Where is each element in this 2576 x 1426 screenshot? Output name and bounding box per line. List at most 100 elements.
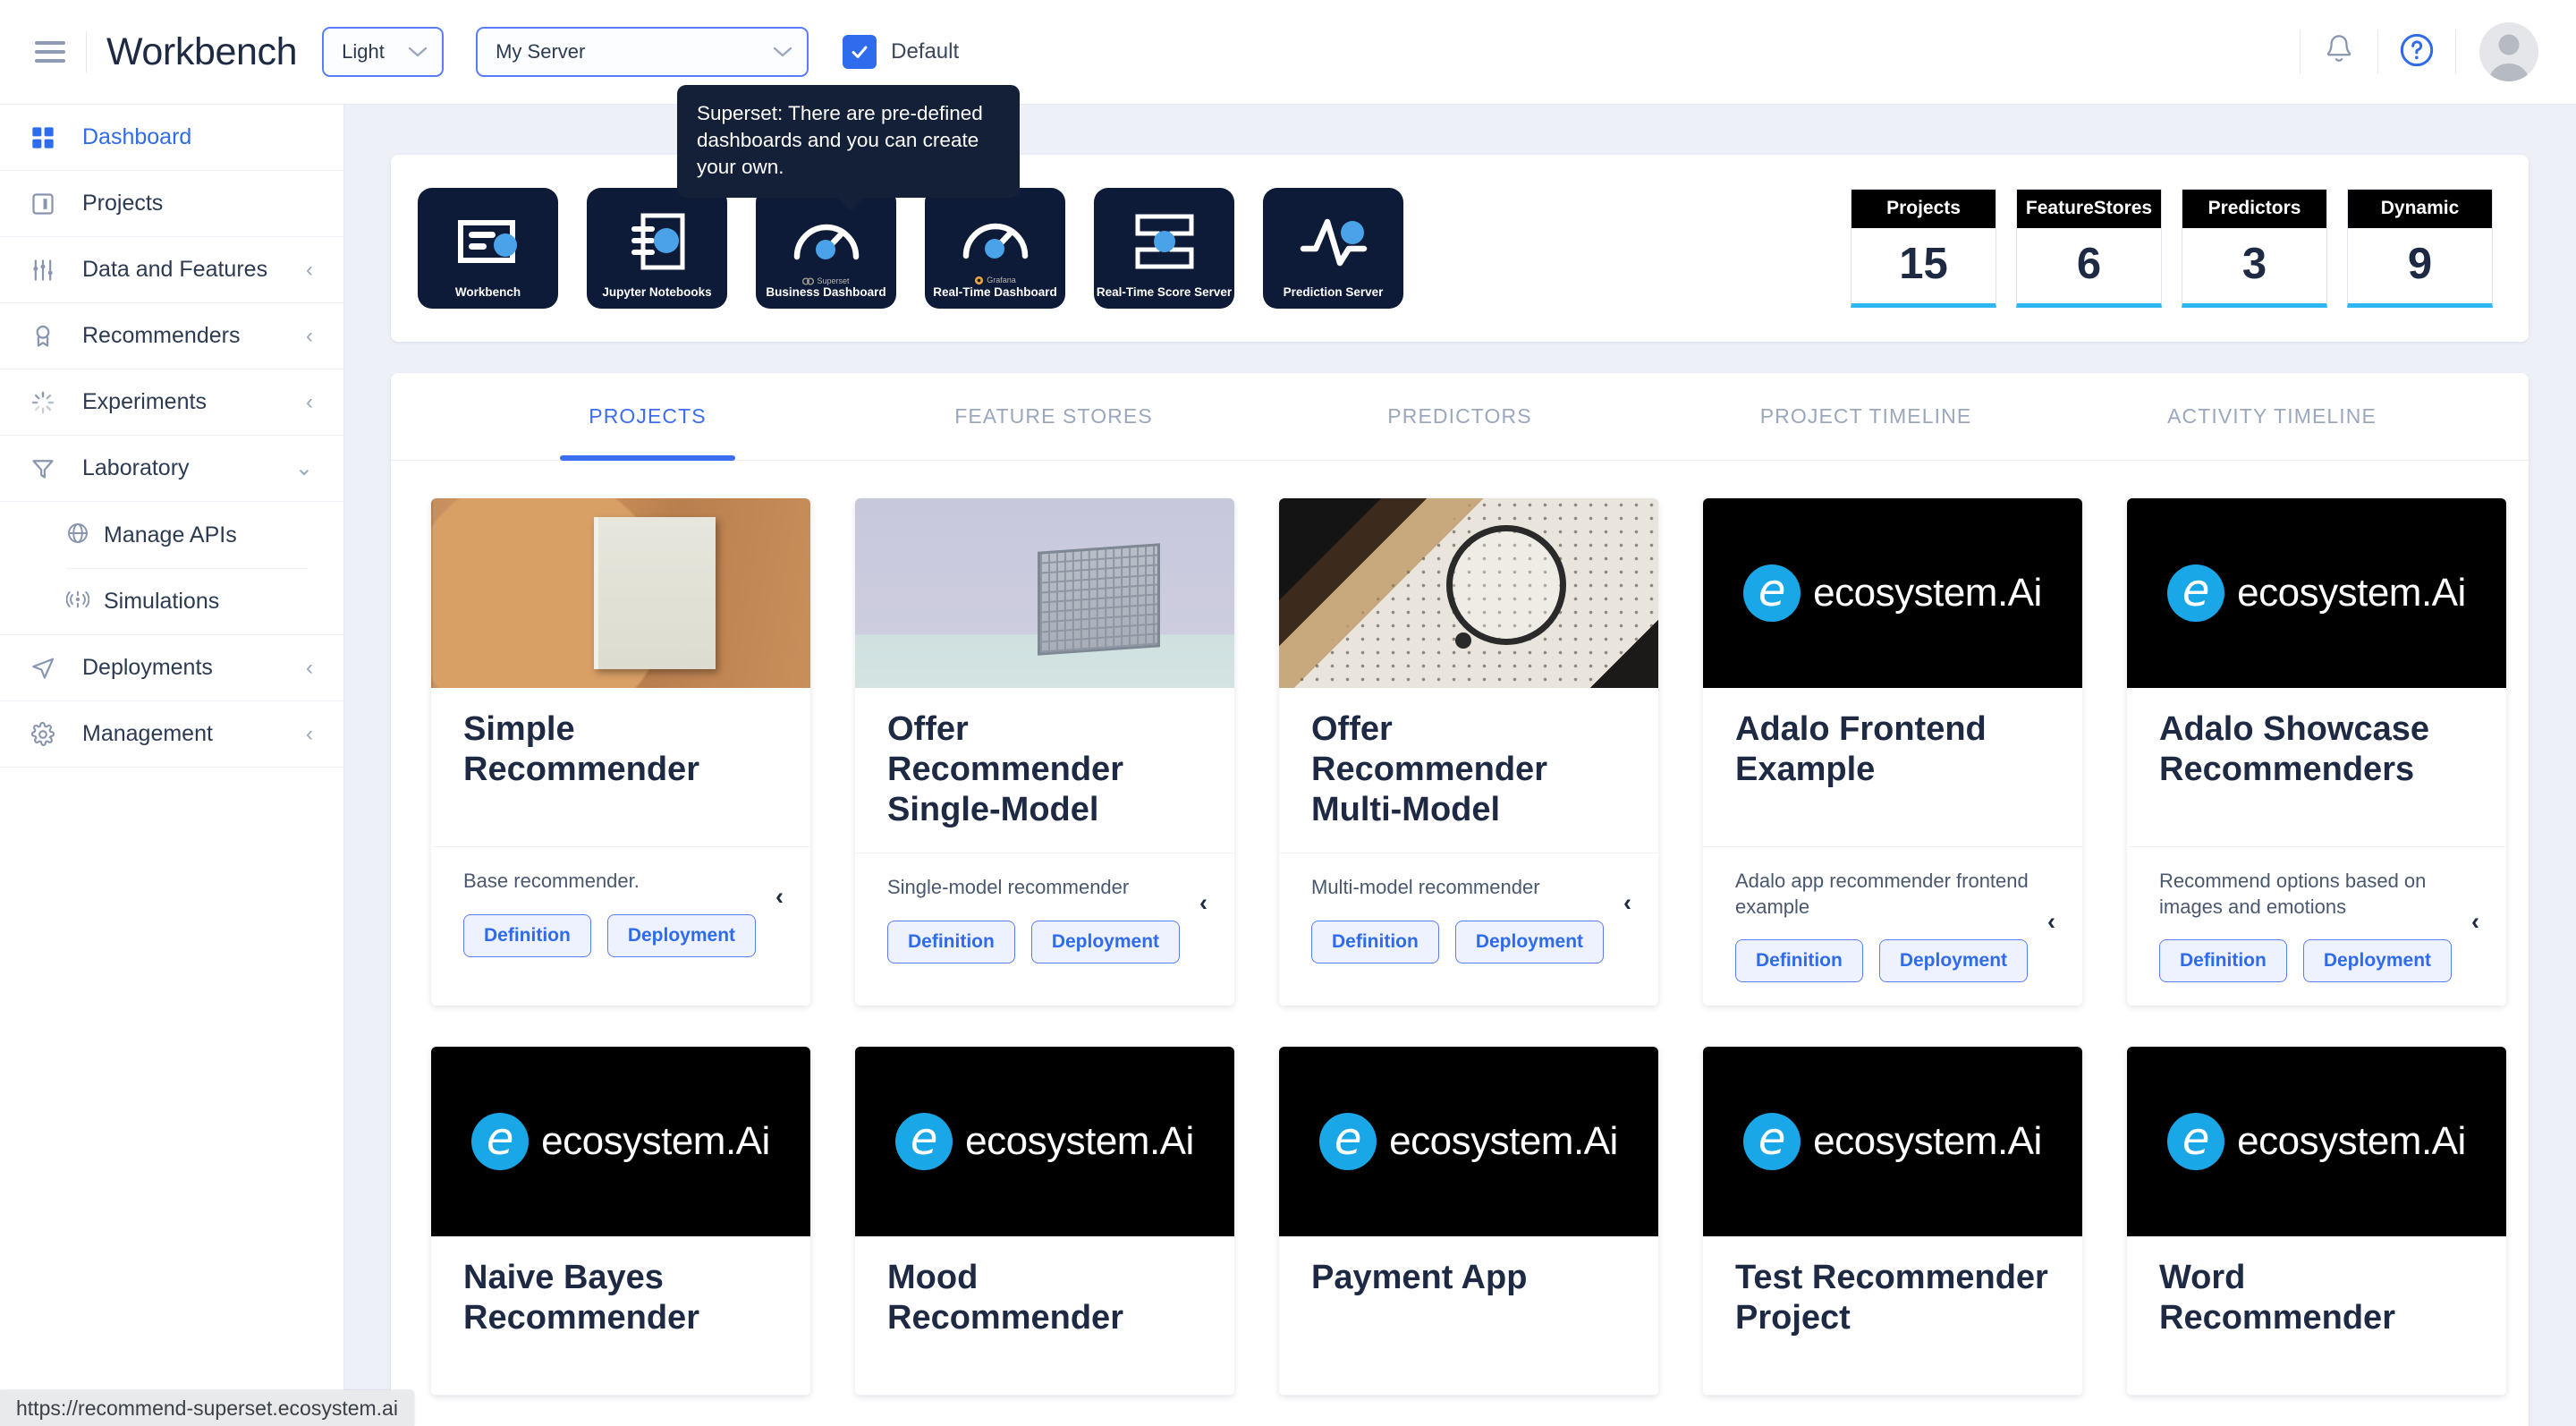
menu-toggle-icon[interactable]: [25, 27, 75, 77]
pulse-icon: [1270, 197, 1396, 286]
sidebar-item-laboratory[interactable]: Laboratory ⌄: [0, 436, 343, 502]
project-actions: Definition Deployment: [1311, 921, 1626, 964]
check-icon: [852, 46, 868, 58]
project-card[interactable]: Simple Recommender Base recommender. ‹ D…: [431, 498, 810, 1006]
sidebar-item-simulations[interactable]: Simulations: [0, 569, 343, 635]
sidebar-item-experiments[interactable]: Experiments ‹: [0, 369, 343, 436]
definition-button[interactable]: Definition: [2159, 939, 2287, 983]
sidebar-item-dashboard[interactable]: Dashboard: [0, 105, 343, 171]
project-card[interactable]: e ecosystem.Ai Word Recommender: [2127, 1047, 2506, 1396]
project-actions: Definition Deployment: [887, 921, 1202, 964]
sidebar-item-deployments[interactable]: Deployments ‹: [0, 635, 343, 701]
sidebar-item-recommenders[interactable]: Recommenders ‹: [0, 303, 343, 369]
project-card[interactable]: Offer Recommender Multi-Model Multi-mode…: [1279, 498, 1658, 1006]
sidebar-item-label: Recommenders: [82, 323, 241, 348]
ecosystem-ai-logo: e ecosystem.Ai: [1703, 1047, 2082, 1237]
project-expand-chevron[interactable]: ‹: [1623, 891, 1631, 915]
sidebar-item-data-and-features[interactable]: Data and Features ‹: [0, 237, 343, 303]
default-checkbox[interactable]: [843, 35, 877, 69]
project-thumbnail: e ecosystem.Ai: [2127, 498, 2506, 688]
tab-project-timeline[interactable]: PROJECT TIMELINE: [1663, 373, 2069, 460]
sidebar-item-management[interactable]: Management ‹: [0, 701, 343, 768]
ecosystem-wordmark: ecosystem.Ai: [1813, 571, 2042, 615]
help-button[interactable]: [2378, 13, 2455, 90]
project-title: Adalo Showcase Recommenders: [2159, 710, 2429, 788]
stat-label: Projects: [1852, 190, 1996, 228]
project-card[interactable]: e ecosystem.Ai Adalo Showcase Recommende…: [2127, 498, 2506, 1006]
project-title-zone: Payment App: [1279, 1236, 1658, 1396]
ecosystem-e-mark-icon: e: [1743, 564, 1801, 622]
project-expand-chevron[interactable]: ‹: [2471, 910, 2479, 934]
sidebar-chevron[interactable]: ‹: [306, 657, 313, 679]
spinner-icon: [30, 390, 68, 415]
project-card[interactable]: e ecosystem.Ai Test Recommender Project: [1703, 1047, 2082, 1396]
app-tile-real-time-score-server[interactable]: Real-Time Score Server: [1094, 188, 1234, 309]
definition-button[interactable]: Definition: [1735, 939, 1863, 983]
ecosystem-ai-logo: e ecosystem.Ai: [1703, 498, 2082, 688]
ecosystem-e-mark-icon: e: [2167, 1113, 2225, 1171]
deployment-button[interactable]: Deployment: [2302, 939, 2453, 983]
ecosystem-e-mark-icon: e: [895, 1113, 953, 1171]
project-card[interactable]: e ecosystem.Ai Naive Bayes Recommender: [431, 1047, 810, 1396]
ecosystem-ai-logo: e ecosystem.Ai: [2127, 1047, 2506, 1237]
ecosystem-e-mark-icon: e: [471, 1113, 530, 1171]
definition-button[interactable]: Definition: [887, 921, 1015, 964]
project-thumbnail: e ecosystem.Ai: [431, 1047, 810, 1237]
theme-select[interactable]: Light: [322, 27, 445, 77]
project-thumbnail: [1279, 498, 1658, 688]
grid-icon: [30, 125, 68, 150]
app-tile-prediction-server[interactable]: Prediction Server: [1263, 188, 1403, 309]
ecosystem-ai-logo: e ecosystem.Ai: [431, 1047, 810, 1237]
stat-value: 6: [2076, 240, 2102, 288]
tab-projects[interactable]: PROJECTS: [445, 373, 851, 460]
sidebar-chevron-expanded[interactable]: ⌄: [295, 457, 313, 480]
tab-activity-timeline[interactable]: ACTIVITY TIMELINE: [2069, 373, 2475, 460]
app-tile-jupyter-notebooks[interactable]: Jupyter Notebooks: [587, 188, 727, 309]
project-expand-chevron[interactable]: ‹: [2047, 910, 2055, 934]
projects-icon: [30, 191, 68, 216]
sidebar-item-manage-apis[interactable]: Manage APIs: [0, 502, 343, 568]
project-card[interactable]: e ecosystem.Ai Payment App: [1279, 1047, 1658, 1396]
tab-predictors[interactable]: PREDICTORS: [1257, 373, 1663, 460]
tab-feature-stores[interactable]: FEATURE STORES: [851, 373, 1257, 460]
deployment-button[interactable]: Deployment: [1454, 921, 1605, 964]
server-select[interactable]: My Server: [476, 27, 809, 77]
app-tile-workbench[interactable]: Workbench: [418, 188, 558, 309]
project-expand-chevron[interactable]: ‹: [775, 884, 784, 909]
project-title: Naive Bayes Recommender: [463, 1259, 699, 1337]
app-tile-business-dashboard[interactable]: Superset Business Dashboard: [756, 188, 896, 309]
project-thumbnail: [855, 498, 1234, 688]
bell-icon: [2323, 32, 2355, 72]
sidebar-chevron[interactable]: ‹: [306, 723, 313, 745]
sidebar-item-label: Management: [82, 721, 213, 746]
project-cards-area: Simple Recommender Base recommender. ‹ D…: [391, 461, 2529, 1426]
definition-button[interactable]: Definition: [463, 913, 591, 957]
project-card[interactable]: Offer Recommender Single-Model Single-mo…: [855, 498, 1234, 1006]
project-card[interactable]: e ecosystem.Ai Mood Recommender: [855, 1047, 1234, 1396]
header-actions: [2300, 0, 2538, 104]
project-title: Test Recommender Project: [1735, 1259, 2048, 1337]
deployment-button[interactable]: Deployment: [606, 913, 757, 957]
project-thumbnail: e ecosystem.Ai: [2127, 1047, 2506, 1237]
sliders-icon: [30, 258, 68, 283]
project-description: Base recommender.: [463, 870, 640, 892]
avatar[interactable]: [2479, 22, 2538, 81]
stat-card-dynamic: Dynamic 9: [2347, 189, 2493, 308]
sidebar-item-projects[interactable]: Projects: [0, 171, 343, 237]
ecosystem-e-mark-icon: e: [2167, 564, 2225, 622]
ecosystem-wordmark: ecosystem.Ai: [1813, 1119, 2042, 1164]
gauge-icon: [763, 197, 889, 277]
sidebar-chevron[interactable]: ‹: [306, 325, 313, 347]
definition-button[interactable]: Definition: [1311, 921, 1439, 964]
deployment-button[interactable]: Deployment: [1878, 939, 2029, 983]
project-card[interactable]: e ecosystem.Ai Adalo Frontend Example Ad…: [1703, 498, 2082, 1006]
sidebar-chevron[interactable]: ‹: [306, 391, 313, 413]
notifications-button[interactable]: [2301, 13, 2377, 90]
deployment-button[interactable]: Deployment: [1030, 921, 1181, 964]
app-tile-real-time-dashboard[interactable]: Grafana Real-Time Dashboard: [925, 188, 1065, 309]
sidebar-chevron[interactable]: ‹: [306, 259, 313, 281]
default-label: Default: [891, 39, 960, 64]
sidebar-item-label: Deployments: [82, 655, 213, 680]
project-expand-chevron[interactable]: ‹: [1199, 891, 1208, 915]
app-tiles: Workbench Jupyter Notebooks Superset Bus…: [418, 188, 1403, 309]
